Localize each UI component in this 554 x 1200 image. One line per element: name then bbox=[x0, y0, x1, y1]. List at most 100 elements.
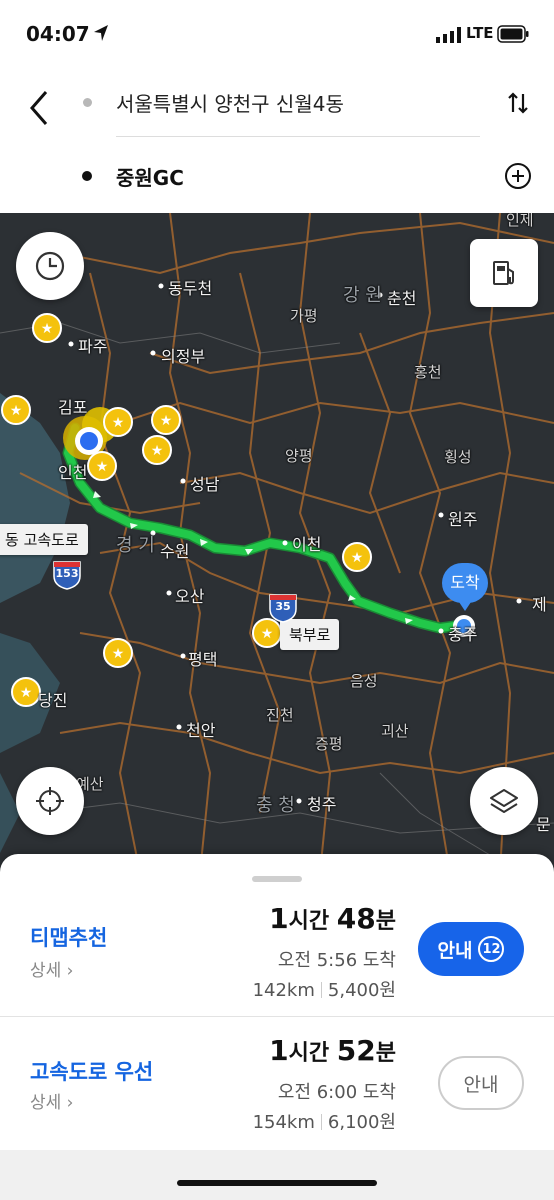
network-type: LTE bbox=[466, 24, 494, 42]
route-distance: 154km bbox=[252, 1112, 315, 1133]
svg-text:★: ★ bbox=[151, 443, 164, 459]
chevron-right-icon: › bbox=[61, 961, 74, 981]
gas-station-icon bbox=[493, 261, 514, 285]
map-label: 횡성 bbox=[444, 448, 472, 466]
start-guidance-button[interactable]: 안내 bbox=[438, 1056, 524, 1110]
route-distance: 142km bbox=[252, 980, 315, 1001]
layers-icon bbox=[490, 789, 518, 813]
swap-icon[interactable] bbox=[505, 90, 531, 116]
duration-minutes-unit: 분 bbox=[375, 909, 396, 934]
map-label: 김포 bbox=[58, 398, 88, 417]
highway-shield-icon: 35 bbox=[268, 591, 298, 623]
destination-pin[interactable]: 도착 bbox=[442, 563, 488, 615]
road-name-tag: 동 고속도로 bbox=[0, 524, 88, 555]
route-option[interactable]: 티맵추천 상세 › 1시간 48분 오전 5:56 도착 142km 5,400원… bbox=[0, 890, 554, 1020]
map-label: 천안 bbox=[186, 721, 216, 740]
map-label: 당진 bbox=[38, 691, 68, 710]
duration-hours: 1 bbox=[269, 902, 289, 935]
map-label: 충주 bbox=[448, 625, 478, 644]
svg-text:★: ★ bbox=[351, 550, 364, 566]
arrival-time: 오전 5:56 도착 bbox=[277, 950, 396, 971]
svg-text:★: ★ bbox=[20, 685, 33, 701]
location-arrow-icon bbox=[94, 25, 108, 41]
home-indicator-area bbox=[0, 1150, 554, 1200]
route-duration: 1시간 48분 bbox=[269, 902, 396, 935]
sheet-drag-handle[interactable] bbox=[252, 876, 302, 882]
route-name: 고속도로 우선 bbox=[30, 1060, 154, 1084]
route-detail-label: 상세 bbox=[30, 1093, 62, 1113]
region-label: 강 원 bbox=[343, 285, 382, 306]
gas-station-button[interactable] bbox=[470, 239, 538, 307]
history-button[interactable] bbox=[16, 232, 84, 300]
route-search-header: 서울특별시 양천구 신월4동 중원GC bbox=[0, 70, 554, 213]
route-divider bbox=[0, 1016, 554, 1017]
region-label: 충 청 bbox=[256, 795, 295, 816]
map-label: 인제 bbox=[506, 213, 534, 229]
map-label: 가평 bbox=[290, 307, 318, 325]
back-icon[interactable] bbox=[26, 88, 56, 128]
crosshair-icon bbox=[36, 787, 64, 815]
route-detail-link[interactable]: 상세 › bbox=[30, 1088, 73, 1113]
countdown-badge: 12 bbox=[478, 936, 505, 962]
map-label: 제 bbox=[532, 595, 547, 614]
svg-text:★: ★ bbox=[41, 321, 54, 337]
map-label: 오산 bbox=[175, 587, 205, 606]
map-label: 홍천 bbox=[414, 363, 442, 381]
map-label: 의정부 bbox=[161, 347, 206, 366]
map-view[interactable]: ★ ★ ★ ★ ★ ★ ★ ★ ★ ★ 동두천 파주 의정부 김포 인천 성남 수원 오산 … bbox=[0, 213, 554, 873]
route-toll: 6,100원 bbox=[327, 1112, 396, 1133]
origin-dot-icon bbox=[83, 98, 92, 107]
field-divider bbox=[116, 136, 480, 137]
home-indicator[interactable] bbox=[177, 1180, 377, 1186]
svg-text:★: ★ bbox=[112, 415, 125, 431]
map-label: 원주 bbox=[448, 510, 478, 529]
chevron-right-icon: › bbox=[61, 1093, 74, 1113]
current-location-button[interactable] bbox=[16, 767, 84, 835]
route-meta: 142km 5,400원 bbox=[253, 976, 396, 1002]
arrival-time: 오전 6:00 도착 bbox=[277, 1082, 396, 1103]
add-waypoint-icon[interactable] bbox=[504, 162, 532, 190]
svg-text:★: ★ bbox=[160, 413, 173, 429]
svg-text:★: ★ bbox=[96, 459, 109, 475]
route-detail-link[interactable]: 상세 › bbox=[30, 956, 73, 981]
highway-shield-icon: 153 bbox=[52, 558, 82, 590]
map-label: 인천 bbox=[58, 463, 88, 482]
duration-hours-unit: 시간 bbox=[288, 1041, 330, 1066]
destination-pin-label: 도착 bbox=[442, 563, 488, 603]
destination-field[interactable]: 중원GC bbox=[116, 162, 184, 191]
signal-icon bbox=[436, 27, 461, 43]
route-options-sheet: 티맵추천 상세 › 1시간 48분 오전 5:56 도착 142km 5,400원… bbox=[0, 854, 554, 1200]
status-bar: 04:07 LTE bbox=[0, 0, 554, 70]
map-label: 증평 bbox=[315, 735, 343, 753]
start-guidance-label: 안내 bbox=[437, 939, 473, 962]
start-guidance-button[interactable]: 안내 12 bbox=[418, 922, 524, 976]
duration-hours: 1 bbox=[269, 1034, 289, 1067]
status-time: 04:07 bbox=[26, 22, 90, 46]
duration-minutes: 52 bbox=[336, 1034, 376, 1067]
duration-hours-unit: 시간 bbox=[288, 909, 330, 934]
route-option[interactable]: 고속도로 우선 상세 › 1시간 52분 오전 6:00 도착 154km 6,1… bbox=[0, 1020, 554, 1150]
map-label: 진천 bbox=[266, 706, 294, 724]
map-label: 성남 bbox=[190, 475, 220, 494]
map-label: 괴산 bbox=[381, 722, 409, 740]
route-meta: 154km 6,100원 bbox=[253, 1108, 396, 1134]
origin-field[interactable]: 서울특별시 양천구 신월4동 bbox=[116, 88, 344, 117]
svg-text:★: ★ bbox=[10, 403, 23, 419]
map-label: 수원 bbox=[160, 542, 190, 561]
map-label: 청주 bbox=[307, 795, 337, 814]
map-layers-button[interactable] bbox=[470, 767, 538, 835]
map-label: 문 bbox=[536, 815, 551, 834]
battery-icon bbox=[497, 25, 529, 43]
duration-minutes-unit: 분 bbox=[375, 1041, 396, 1066]
road-name-tag: 북부로 bbox=[280, 619, 340, 650]
destination-dot-icon bbox=[82, 171, 92, 181]
route-toll: 5,400원 bbox=[327, 980, 396, 1001]
svg-text:★: ★ bbox=[112, 646, 125, 662]
route-duration: 1시간 52분 bbox=[269, 1034, 396, 1067]
duration-minutes: 48 bbox=[336, 902, 376, 935]
map-label: 동두천 bbox=[168, 279, 213, 298]
clock-icon bbox=[35, 251, 65, 281]
svg-text:★: ★ bbox=[261, 626, 274, 642]
map-label: 음성 bbox=[350, 672, 378, 690]
map-label: 양평 bbox=[285, 447, 313, 465]
